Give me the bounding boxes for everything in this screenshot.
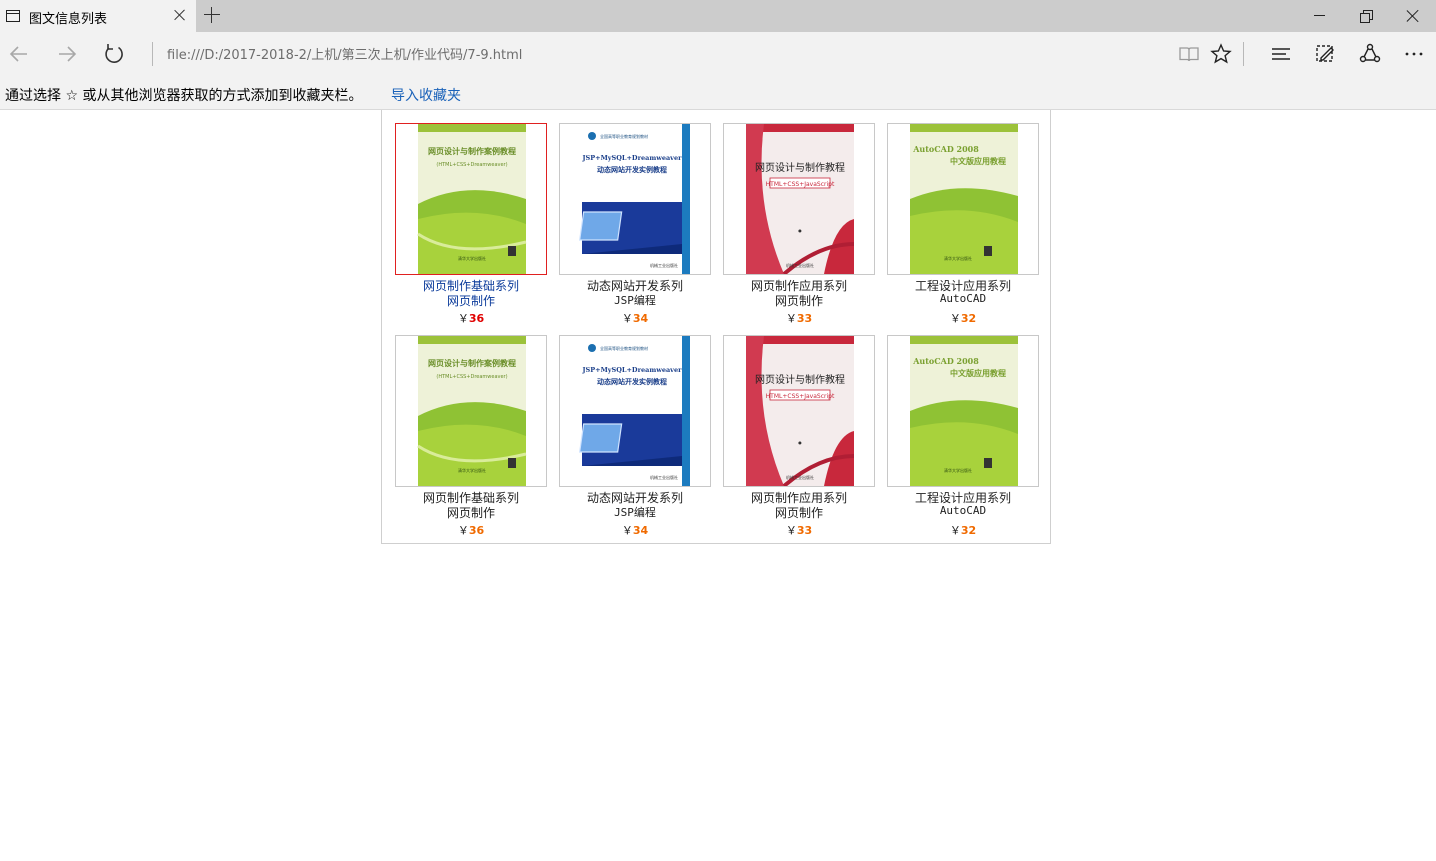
svg-text:(HTML+CSS+Dreamweaver): (HTML+CSS+Dreamweaver) <box>436 162 507 168</box>
product-price: ￥34 <box>559 310 711 326</box>
book-cover-image[interactable]: 网页设计与制作教程 HTML+CSS+JavaScript ● 机械工业出版社 <box>723 335 875 487</box>
reading-view-icon[interactable] <box>1175 40 1203 68</box>
svg-text:全国高等职业教育规划教材: 全国高等职业教育规划教材 <box>600 345 648 351</box>
price-value: 36 <box>468 312 485 325</box>
back-icon[interactable] <box>5 40 33 68</box>
new-tab-icon[interactable] <box>204 7 220 23</box>
product-subtitle[interactable]: 网页制作 <box>723 504 875 521</box>
price-value: 36 <box>468 524 485 537</box>
close-window-icon[interactable] <box>1405 8 1421 24</box>
svg-text:中文版应用教程: 中文版应用教程 <box>950 368 1006 378</box>
product-list: 网页设计与制作案例教程 (HTML+CSS+Dreamweaver) 清华大学出… <box>381 110 1051 544</box>
svg-text:网页设计与制作案例教程: 网页设计与制作案例教程 <box>428 146 516 156</box>
price-value: 34 <box>632 524 649 537</box>
svg-text:HTML+CSS+JavaScript: HTML+CSS+JavaScript <box>766 393 835 400</box>
product-subtitle[interactable]: JSP编程 <box>559 292 711 308</box>
svg-text:网页设计与制作教程: 网页设计与制作教程 <box>755 373 845 386</box>
browser-tab[interactable]: 图文信息列表 <box>0 0 196 32</box>
svg-text:网页设计与制作教程: 网页设计与制作教程 <box>755 161 845 174</box>
product-subtitle[interactable]: JSP编程 <box>559 504 711 520</box>
tab-title: 图文信息列表 <box>29 12 108 27</box>
price-value: 33 <box>796 524 813 537</box>
svg-text:AutoCAD 2008: AutoCAD 2008 <box>912 356 979 366</box>
svg-text:清华大学出版社: 清华大学出版社 <box>944 255 972 261</box>
currency-symbol: ￥ <box>457 312 469 325</box>
currency-symbol: ￥ <box>785 524 797 537</box>
web-note-icon[interactable] <box>1311 40 1339 68</box>
refresh-icon[interactable] <box>100 40 128 68</box>
book-cover-image[interactable]: AutoCAD 2008 中文版应用教程 清华大学出版社 <box>887 335 1039 487</box>
svg-text:清华大学出版社: 清华大学出版社 <box>944 467 972 473</box>
svg-text:机械工业出版社: 机械工业出版社 <box>786 474 814 480</box>
divider <box>152 42 153 66</box>
product-subtitle[interactable]: AutoCAD <box>887 504 1039 517</box>
more-icon[interactable] <box>1400 40 1428 68</box>
currency-symbol: ￥ <box>457 524 469 537</box>
svg-text:中文版应用教程: 中文版应用教程 <box>950 156 1006 166</box>
navigation-bar: file:///D:/2017-2018-2/上机/第三次上机/作业代码/7-9… <box>0 32 1436 76</box>
svg-text:全国高等职业教育规划教材: 全国高等职业教育规划教材 <box>600 133 648 139</box>
currency-symbol: ￥ <box>621 312 633 325</box>
svg-text:●: ● <box>798 440 802 445</box>
svg-text:AutoCAD 2008: AutoCAD 2008 <box>912 144 979 154</box>
price-value: 32 <box>960 524 977 537</box>
product-subtitle[interactable]: 网页制作 <box>395 504 547 521</box>
book-cover-image[interactable]: 全国高等职业教育规划教材 JSP+MySQL+Dreamweaver 动态网站开… <box>559 335 711 487</box>
currency-symbol: ￥ <box>621 524 633 537</box>
product-subtitle[interactable]: 网页制作 <box>723 292 875 309</box>
svg-text:机械工业出版社: 机械工业出版社 <box>786 262 814 268</box>
svg-text:JSP+MySQL+Dreamweaver: JSP+MySQL+Dreamweaver <box>581 366 682 374</box>
price-value: 32 <box>960 312 977 325</box>
hub-icon[interactable] <box>1267 40 1295 68</box>
svg-text:动态网站开发实例教程: 动态网站开发实例教程 <box>597 377 667 386</box>
favorites-bar-message: 通过选择 ☆ 或从其他浏览器获取的方式添加到收藏夹栏。 <box>5 88 363 104</box>
svg-text:机械工业出版社: 机械工业出版社 <box>650 262 678 268</box>
price-value: 33 <box>796 312 813 325</box>
product-price: ￥36 <box>395 522 547 538</box>
product-price: ￥36 <box>395 310 547 326</box>
restore-icon[interactable] <box>1360 10 1373 23</box>
title-bar: 图文信息列表 <box>0 0 1436 32</box>
svg-text:机械工业出版社: 机械工业出版社 <box>650 474 678 480</box>
currency-symbol: ￥ <box>785 312 797 325</box>
product-price: ￥32 <box>887 522 1039 538</box>
address-bar[interactable]: file:///D:/2017-2018-2/上机/第三次上机/作业代码/7-9… <box>167 44 522 63</box>
book-cover-image[interactable]: AutoCAD 2008 中文版应用教程 清华大学出版社 <box>887 123 1039 275</box>
minimize-icon[interactable] <box>1314 15 1325 16</box>
book-cover-image[interactable]: 网页设计与制作教程 HTML+CSS+JavaScript ● 机械工业出版社 <box>723 123 875 275</box>
favorites-bar: 通过选择 ☆ 或从其他浏览器获取的方式添加到收藏夹栏。 导入收藏夹 <box>0 76 1436 110</box>
share-icon[interactable] <box>1356 40 1384 68</box>
favorite-star-icon[interactable] <box>1207 40 1235 68</box>
divider <box>1243 42 1244 66</box>
forward-icon[interactable] <box>53 40 81 68</box>
svg-text:●: ● <box>798 228 802 233</box>
svg-text:JSP+MySQL+Dreamweaver: JSP+MySQL+Dreamweaver <box>581 154 682 162</box>
currency-symbol: ￥ <box>949 312 961 325</box>
svg-text:清华大学出版社: 清华大学出版社 <box>458 467 486 473</box>
svg-text:清华大学出版社: 清华大学出版社 <box>458 255 486 261</box>
close-tab-icon[interactable] <box>172 7 188 23</box>
svg-text:HTML+CSS+JavaScript: HTML+CSS+JavaScript <box>766 181 835 188</box>
product-price: ￥33 <box>723 522 875 538</box>
product-subtitle[interactable]: AutoCAD <box>887 292 1039 305</box>
product-price: ￥32 <box>887 310 1039 326</box>
book-cover-image[interactable]: 网页设计与制作案例教程 (HTML+CSS+Dreamweaver) 清华大学出… <box>395 335 547 487</box>
page-icon <box>6 10 20 22</box>
book-cover-image[interactable]: 网页设计与制作案例教程 (HTML+CSS+Dreamweaver) 清华大学出… <box>395 123 547 275</box>
product-subtitle[interactable]: 网页制作 <box>395 292 547 309</box>
import-favorites-link[interactable]: 导入收藏夹 <box>391 85 461 105</box>
product-price: ￥33 <box>723 310 875 326</box>
book-cover-image[interactable]: 全国高等职业教育规划教材 JSP+MySQL+Dreamweaver 动态网站开… <box>559 123 711 275</box>
svg-text:(HTML+CSS+Dreamweaver): (HTML+CSS+Dreamweaver) <box>436 374 507 380</box>
price-value: 34 <box>632 312 649 325</box>
product-price: ￥34 <box>559 522 711 538</box>
svg-text:网页设计与制作案例教程: 网页设计与制作案例教程 <box>428 358 516 368</box>
svg-text:动态网站开发实例教程: 动态网站开发实例教程 <box>597 165 667 174</box>
currency-symbol: ￥ <box>949 524 961 537</box>
